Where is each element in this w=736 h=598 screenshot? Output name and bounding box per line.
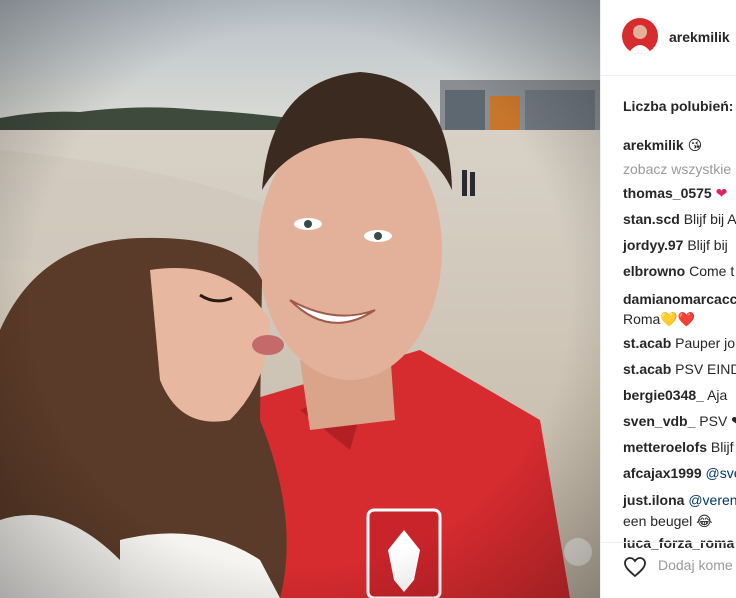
- comment-username[interactable]: st.acab: [623, 361, 671, 377]
- comment-row: just.ilona @veren: [623, 488, 736, 512]
- comment-username[interactable]: afcajax1999: [623, 465, 702, 481]
- comment-row: thomas_0575 ❤: [623, 180, 736, 206]
- comment-bar: Dodaj kome: [601, 542, 736, 598]
- comment-row-continued: een beugel 😂: [623, 512, 736, 530]
- add-comment-input[interactable]: Dodaj kome: [658, 557, 733, 573]
- comment-text: Blijf bij: [687, 237, 728, 253]
- comment-text: Aja: [707, 387, 728, 403]
- post-photo[interactable]: [0, 0, 600, 598]
- comment-username[interactable]: damianomarcacc: [623, 291, 736, 307]
- comment-username[interactable]: jordyy.97: [623, 237, 683, 253]
- see-all-comments[interactable]: zobacz wszystkie: [623, 154, 736, 180]
- comment-text: PSV ❤: [699, 413, 736, 429]
- post-header: arekmilik: [601, 0, 736, 76]
- comment-row: sven_vdb_ PSV ❤: [623, 408, 736, 434]
- comment-text: Blijf: [710, 439, 734, 455]
- see-all-label[interactable]: zobacz wszystkie: [623, 161, 731, 177]
- comment-row: st.acab Pauper jo: [623, 330, 736, 356]
- comment-row: elbrowno Come t: [623, 258, 736, 284]
- caption-username[interactable]: arekmilik: [623, 137, 684, 153]
- comment-username[interactable]: st.acab: [623, 335, 671, 351]
- caption-text: 😘: [687, 137, 703, 153]
- comment-text: Come t: [689, 263, 735, 279]
- selfie-image: [0, 0, 600, 598]
- comment-text: ❤: [715, 185, 728, 201]
- comment-username[interactable]: stan.scd: [623, 211, 680, 227]
- like-heart-icon[interactable]: [623, 555, 647, 579]
- comment-row-continued: Roma💛❤️: [623, 310, 736, 328]
- avatar[interactable]: [622, 18, 658, 54]
- comment-username[interactable]: elbrowno: [623, 263, 685, 279]
- avatar-image: [622, 18, 658, 54]
- comment-username[interactable]: just.ilona: [623, 492, 684, 508]
- comment-username[interactable]: thomas_0575: [623, 185, 712, 201]
- comment-row: bergie0348_ Aja: [623, 382, 736, 408]
- post-side-panel: arekmilik Liczba polubień: arekmilik 😘 z…: [600, 0, 736, 598]
- comment-text: Pauper jo: [675, 335, 736, 351]
- post-author-username[interactable]: arekmilik: [669, 29, 730, 45]
- comment-text: Roma💛❤️: [623, 311, 696, 327]
- likes-count-label[interactable]: Liczba polubień:: [623, 98, 733, 114]
- caption: arekmilik 😘: [623, 136, 736, 154]
- comment-username[interactable]: metteroelofs: [623, 439, 707, 455]
- comment-row: afcajax1999 @sve: [623, 460, 736, 486]
- comment-username[interactable]: sven_vdb_: [623, 413, 695, 429]
- comment-row: damianomarcacc: [623, 288, 736, 310]
- comment-row: metteroelofs Blijf: [623, 434, 736, 460]
- comment-username[interactable]: bergie0348_: [623, 387, 704, 403]
- comment-text: PSV EIND: [675, 361, 736, 377]
- comment-row: jordyy.97 Blijf bij: [623, 232, 736, 258]
- comment-text[interactable]: @veren: [688, 492, 736, 508]
- comments-list: arekmilik 😘 zobacz wszystkie thomas_0575…: [623, 136, 736, 556]
- comment-row: stan.scd Blijf bij A: [623, 206, 736, 232]
- comment-text[interactable]: @sve: [706, 465, 736, 481]
- comment-row: st.acab PSV EIND: [623, 356, 736, 382]
- comment-text: Blijf bij A: [683, 211, 736, 227]
- comment-text: een beugel 😂: [623, 513, 713, 529]
